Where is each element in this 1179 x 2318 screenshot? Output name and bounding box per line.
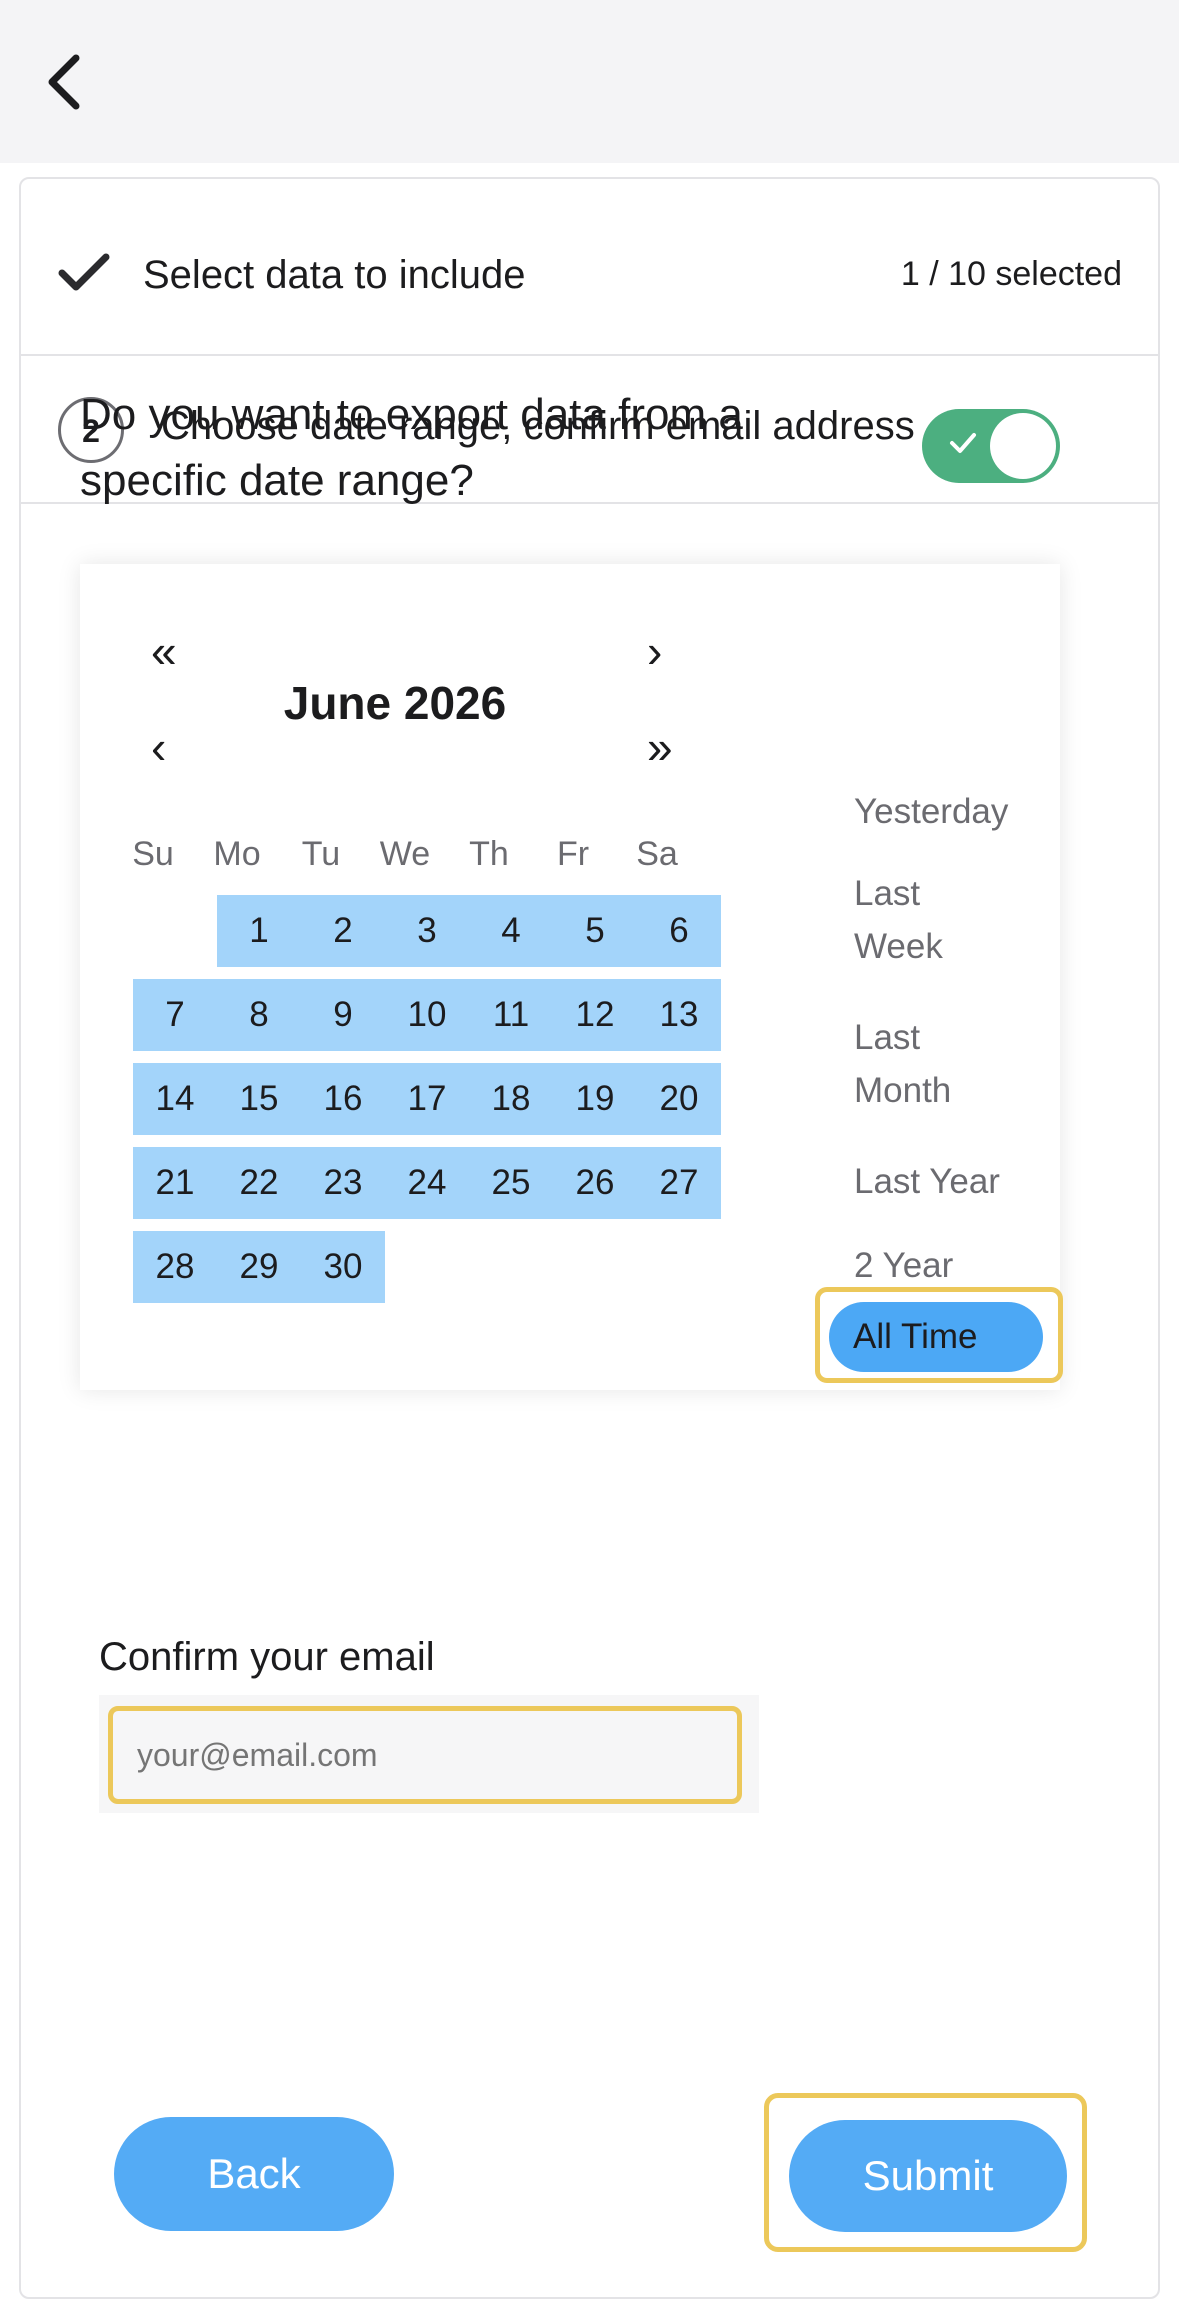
calendar-day[interactable]: 10: [385, 979, 469, 1051]
weekday-label: Sa: [636, 835, 678, 873]
calendar-day[interactable]: 27: [637, 1147, 721, 1219]
prev-month-button[interactable]: ‹: [151, 724, 166, 770]
selected-count: 1 / 10 selected: [900, 255, 1122, 293]
date-range-toggle[interactable]: [922, 409, 1060, 483]
weekday-label: Th: [469, 835, 509, 873]
calendar-day[interactable]: 7: [133, 979, 217, 1051]
calendar-day[interactable]: 8: [217, 979, 301, 1051]
calendar-day[interactable]: 29: [217, 1231, 301, 1303]
date-range-question: Do you want to export data from a specif…: [80, 390, 743, 505]
calendar-day[interactable]: 14: [133, 1063, 217, 1135]
calendar-day[interactable]: 25: [469, 1147, 553, 1219]
check-icon: [950, 433, 976, 453]
checkmark-icon: [58, 253, 110, 291]
chevron-left-icon[interactable]: [44, 52, 84, 112]
calendar-day[interactable]: 1: [217, 895, 301, 967]
preset-label-line: Last: [854, 874, 921, 913]
calendar-day[interactable]: 18: [469, 1063, 553, 1135]
preset-2-year[interactable]: 2 Year: [854, 1239, 953, 1292]
preset-last-year[interactable]: Last Year: [854, 1155, 1000, 1208]
calendar-day[interactable]: 24: [385, 1147, 469, 1219]
next-month-button[interactable]: ›: [647, 628, 662, 674]
calendar-day[interactable]: 19: [553, 1063, 637, 1135]
preset-label-line: Month: [854, 1071, 952, 1110]
preset-all-time-highlight: All Time: [815, 1287, 1063, 1383]
calendar-day[interactable]: 6: [637, 895, 721, 967]
calendar-day[interactable]: 17: [385, 1063, 469, 1135]
preset-last-week[interactable]: Last Week: [854, 867, 943, 973]
weekday-label: Tu: [301, 835, 341, 873]
weekday-label: Mo: [213, 835, 261, 873]
calendar-day[interactable]: 30: [301, 1231, 385, 1303]
calendar-day[interactable]: 23: [301, 1147, 385, 1219]
calendar-day[interactable]: 4: [469, 895, 553, 967]
submit-button[interactable]: Submit: [789, 2120, 1067, 2232]
weekday-label: We: [379, 835, 431, 873]
calendar-day[interactable]: 21: [133, 1147, 217, 1219]
calendar-day[interactable]: 11: [469, 979, 553, 1051]
calendar-day[interactable]: 2: [301, 895, 385, 967]
weekday-label: Su: [132, 835, 174, 873]
preset-label-line: Week: [854, 927, 943, 966]
calendar-day[interactable]: 16: [301, 1063, 385, 1135]
calendar-day[interactable]: 28: [133, 1231, 217, 1303]
back-button[interactable]: Back: [114, 2117, 394, 2231]
email-field[interactable]: [108, 1706, 742, 1804]
weekday-label: Fr: [556, 835, 590, 873]
email-label: Confirm your email: [99, 1635, 435, 1679]
preset-last-month[interactable]: Last Month: [854, 1011, 951, 1117]
step-select-data[interactable]: Select data to include 1 / 10 selected: [21, 179, 1158, 356]
calendar-day[interactable]: 3: [385, 895, 469, 967]
calendar-day[interactable]: 9: [301, 979, 385, 1051]
preset-all-time[interactable]: All Time: [829, 1302, 1043, 1372]
preset-yesterday[interactable]: Yesterday: [854, 785, 1008, 838]
calendar-day[interactable]: 13: [637, 979, 721, 1051]
toggle-knob: [990, 413, 1056, 479]
step-title: Select data to include: [143, 253, 526, 297]
month-title: June 2026: [283, 677, 507, 729]
preset-label-line: Last: [854, 1018, 921, 1057]
calendar-day[interactable]: 26: [553, 1147, 637, 1219]
submit-highlight: Submit: [764, 2093, 1087, 2252]
calendar-day[interactable]: 20: [637, 1063, 721, 1135]
prev-year-button[interactable]: «: [151, 628, 177, 674]
next-year-button[interactable]: »: [647, 724, 673, 770]
top-bar: [0, 0, 1179, 163]
calendar-day[interactable]: 22: [217, 1147, 301, 1219]
calendar-day[interactable]: 12: [553, 979, 637, 1051]
calendar-day[interactable]: 15: [217, 1063, 301, 1135]
calendar-day[interactable]: 5: [553, 895, 637, 967]
